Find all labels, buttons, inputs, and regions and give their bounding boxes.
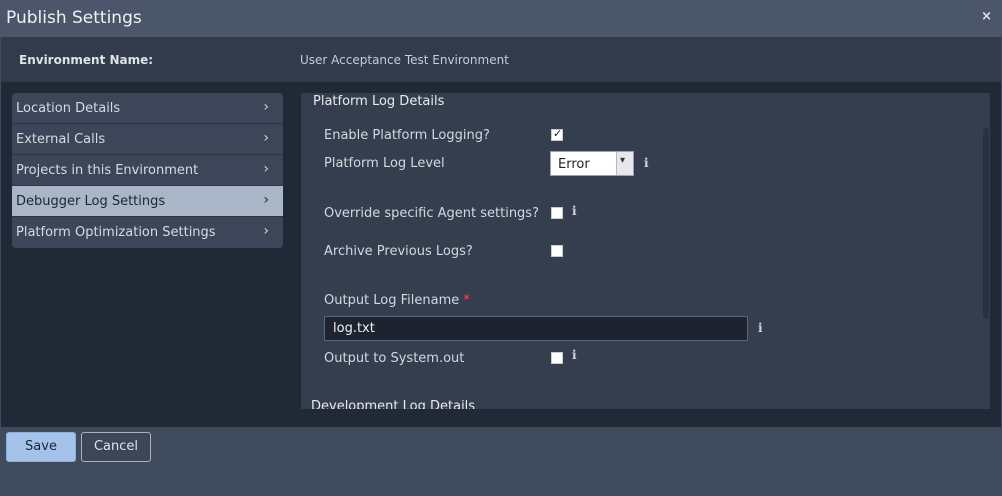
environment-name-label: Environment Name:: [19, 53, 154, 67]
title-bar: Publish Settings ×: [0, 0, 1002, 37]
nav-item-location-details[interactable]: Location Details ›: [12, 93, 283, 124]
dialog-body: Location Details › External Calls › Proj…: [1, 82, 1001, 427]
nav-item-label: Projects in this Environment: [16, 163, 199, 178]
archive-logs-label: Archive Previous Logs?: [324, 244, 473, 259]
chevron-right-icon: ›: [263, 99, 269, 115]
chevron-right-icon: ›: [263, 161, 269, 177]
required-marker: *: [463, 293, 470, 308]
dropdown-arrow: ▾: [616, 152, 633, 175]
section-title-development-log: Development Log Details: [311, 399, 476, 409]
checkmark-icon: ✓: [553, 127, 563, 140]
output-filename-label: Output Log Filename *: [324, 293, 470, 308]
chevron-down-icon: ▾: [620, 155, 626, 166]
environment-name-value: User Acceptance Test Environment: [300, 53, 509, 67]
override-agent-label: Override specific Agent settings?: [324, 206, 539, 221]
nav-item-projects[interactable]: Projects in this Environment ›: [12, 155, 283, 186]
nav-item-external-calls[interactable]: External Calls ›: [12, 124, 283, 155]
nav-item-debugger-log-settings[interactable]: Debugger Log Settings ›: [12, 186, 283, 217]
output-filename-label-text: Output Log Filename: [324, 293, 460, 308]
info-icon[interactable]: i: [758, 321, 763, 335]
dialog-title: Publish Settings: [6, 8, 142, 28]
output-filename-input[interactable]: [324, 316, 748, 341]
enable-logging-checkbox[interactable]: ✓: [551, 127, 563, 141]
archive-logs-checkbox[interactable]: [551, 245, 563, 257]
section-title-platform-log: Platform Log Details: [313, 94, 445, 109]
panel-scrollbar[interactable]: [983, 127, 989, 319]
publish-settings-dialog: Publish Settings × Environment Name: Use…: [0, 0, 1002, 496]
info-icon[interactable]: i: [572, 204, 577, 218]
log-level-value: Error: [558, 157, 590, 172]
chevron-right-icon: ›: [263, 130, 269, 146]
chevron-right-icon: ›: [263, 223, 269, 239]
chevron-right-icon: ›: [263, 192, 269, 208]
info-icon[interactable]: i: [644, 156, 649, 170]
nav-item-label: Platform Optimization Settings: [16, 225, 216, 240]
settings-panel[interactable]: Platform Log Details Enable Platform Log…: [301, 93, 990, 409]
nav-item-label: External Calls: [16, 132, 106, 147]
nav-item-label: Location Details: [16, 101, 121, 116]
nav-item-platform-optimization[interactable]: Platform Optimization Settings ›: [12, 217, 283, 248]
save-button[interactable]: Save: [6, 432, 76, 462]
close-icon[interactable]: ×: [981, 9, 992, 24]
output-system-checkbox[interactable]: [551, 352, 563, 364]
cancel-button[interactable]: Cancel: [81, 432, 151, 462]
dialog-footer: Save Cancel: [0, 427, 1002, 496]
override-agent-checkbox[interactable]: [551, 207, 563, 219]
nav-item-label: Debugger Log Settings: [16, 194, 166, 209]
environment-bar: Environment Name: User Acceptance Test E…: [1, 37, 1001, 82]
log-level-label: Platform Log Level: [324, 156, 445, 171]
log-level-select[interactable]: Error ▾: [550, 151, 634, 176]
info-icon[interactable]: i: [572, 348, 577, 362]
output-system-label: Output to System.out: [324, 351, 465, 366]
enable-logging-label: Enable Platform Logging?: [324, 128, 490, 143]
settings-nav: Location Details › External Calls › Proj…: [12, 93, 283, 248]
